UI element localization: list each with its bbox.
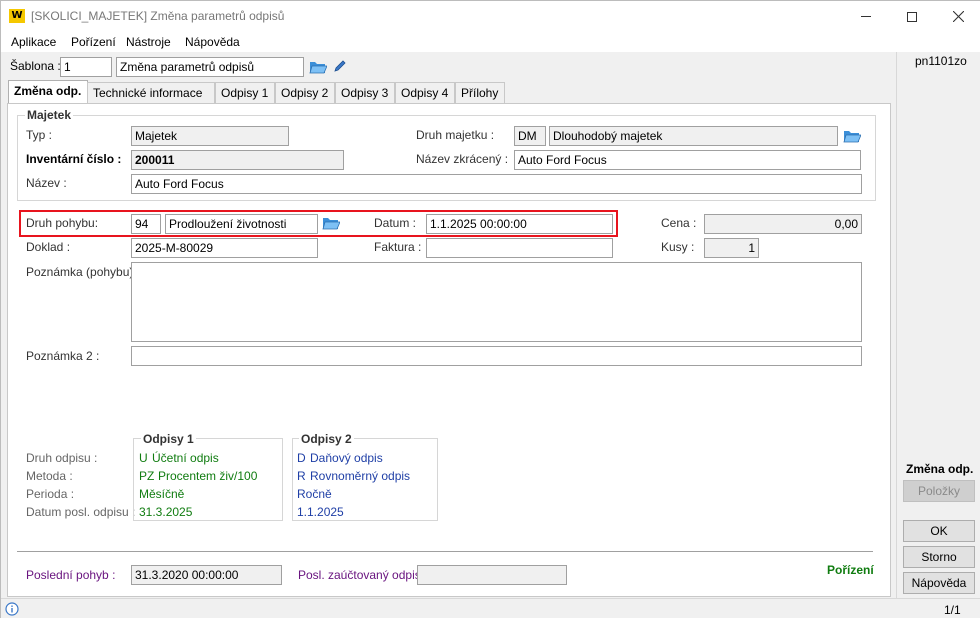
poznamka2-field[interactable] <box>131 346 862 366</box>
menu-bar: Aplikace Pořízení Nástroje Nápověda <box>1 32 980 52</box>
tab-odpisy-1[interactable]: Odpisy 1 <box>215 82 275 103</box>
maximize-button[interactable] <box>889 1 935 32</box>
odpisy2-druh: Daňový odpis <box>310 451 383 465</box>
footer-divider <box>17 551 873 552</box>
app-logo: W <box>9 9 25 23</box>
doklad-field[interactable]: 2025-M-80029 <box>131 238 318 258</box>
odpisy2-group-title: Odpisy 2 <box>299 432 354 446</box>
odpisy1-datum: 31.3.2025 <box>139 505 193 519</box>
posl-zauct-odpis-field[interactable] <box>417 565 567 585</box>
posledni-pohyb-field[interactable]: 31.3.2020 00:00:00 <box>131 565 282 585</box>
tab-technicke-informace[interactable]: Technické informace <box>87 82 215 103</box>
minimize-icon <box>861 16 871 17</box>
datum-field[interactable]: 1.1.2025 00:00:00 <box>426 214 613 234</box>
title-bar: W [SKOLICI_MAJETEK] Změna parametrů odpi… <box>1 1 980 32</box>
menu-porizeni[interactable]: Pořízení <box>71 35 116 49</box>
page-indicator: 1/1 <box>944 603 961 617</box>
sablona-label: Šablona : <box>10 59 61 73</box>
odpisy1-druh-code: U <box>139 451 148 465</box>
open-folder-icon[interactable] <box>843 128 861 144</box>
sablona-number-field[interactable]: 1 <box>60 57 112 77</box>
poznamka2-label: Poznámka 2 : <box>26 349 100 363</box>
posledni-pohyb-label: Poslední pohyb : <box>26 568 116 582</box>
tab-zmena-odp[interactable]: Změna odp. <box>8 80 88 104</box>
app-window: W [SKOLICI_MAJETEK] Změna parametrů odpi… <box>0 0 980 618</box>
typ-label: Typ : <box>26 128 53 142</box>
odpisy1-group-title: Odpisy 1 <box>141 432 196 446</box>
posl-zauct-odpis-label: Posl. zaúčtovaný odpis : <box>298 568 428 582</box>
odpisy2-metoda-code: R <box>297 469 306 483</box>
open-folder-icon[interactable] <box>309 59 327 75</box>
odpisy2-perioda: Ročně <box>297 487 332 501</box>
storno-button[interactable]: Storno <box>903 546 975 568</box>
nazev-zkraceny-field[interactable]: Auto Ford Focus <box>514 150 861 170</box>
tab-odpisy-3[interactable]: Odpisy 3 <box>335 82 395 103</box>
druh-pohybu-code-field[interactable]: 94 <box>131 214 161 234</box>
polozky-button[interactable]: Položky <box>903 480 975 502</box>
faktura-field[interactable] <box>426 238 613 258</box>
kusy-label: Kusy : <box>661 240 695 254</box>
odpisy2-druh-code: D <box>297 451 306 465</box>
druh-majetku-label: Druh majetku : <box>416 128 495 142</box>
close-button[interactable] <box>935 1 980 32</box>
druh-odpisu-label: Druh odpisu : <box>26 451 98 465</box>
cena-field[interactable]: 0,00 <box>704 214 862 234</box>
menu-napoveda[interactable]: Nápověda <box>185 35 240 49</box>
majetek-group-title: Majetek <box>25 108 74 122</box>
tab-odpisy-2[interactable]: Odpisy 2 <box>275 82 335 103</box>
info-icon[interactable] <box>5 602 19 616</box>
minimize-button[interactable] <box>843 1 889 32</box>
metoda-label: Metoda : <box>26 469 73 483</box>
odpisy1-druh: Účetní odpis <box>152 451 219 465</box>
right-panel <box>896 52 980 598</box>
status-porizeni: Pořízení <box>827 563 874 577</box>
ok-button[interactable]: OK <box>903 520 975 542</box>
menu-nastroje[interactable]: Nástroje <box>126 35 171 49</box>
nazev-label: Název : <box>26 176 67 190</box>
side-title: Změna odp. <box>906 462 974 476</box>
poznamka-textarea[interactable] <box>131 262 862 342</box>
datum-posl-odpisu-label: Datum posl. odpisu : <box>26 505 136 519</box>
perioda-label: Perioda : <box>26 487 75 501</box>
close-icon <box>952 11 964 22</box>
druh-pohybu-label: Druh pohybu: <box>26 216 99 230</box>
window-title: [SKOLICI_MAJETEK] Změna parametrů odpisů <box>31 9 285 23</box>
tab-odpisy-4[interactable]: Odpisy 4 <box>395 82 455 103</box>
inv-cislo-field[interactable]: 200011 <box>131 150 344 170</box>
inv-cislo-label: Inventární číslo : <box>26 152 122 166</box>
maximize-icon <box>907 11 917 22</box>
poznamka-label: Poznámka (pohybu) : <box>26 265 141 279</box>
cena-label: Cena : <box>661 216 697 230</box>
druh-pohybu-name-field[interactable]: Prodloužení životnosti <box>165 214 318 234</box>
kusy-field[interactable]: 1 <box>704 238 759 258</box>
odpisy2-metoda: Rovnoměrný odpis <box>310 469 411 483</box>
typ-field[interactable]: Majetek <box>131 126 289 146</box>
datum-label: Datum : <box>374 216 417 230</box>
nazev-field[interactable]: Auto Ford Focus <box>131 174 862 194</box>
druh-majetku-name-field[interactable]: Dlouhodobý majetek <box>549 126 838 146</box>
napoveda-button[interactable]: Nápověda <box>903 572 975 594</box>
open-folder-icon[interactable] <box>322 215 340 231</box>
odpisy2-datum: 1.1.2025 <box>297 505 344 519</box>
menu-aplikace[interactable]: Aplikace <box>11 35 56 49</box>
faktura-label: Faktura : <box>374 240 422 254</box>
doklad-label: Doklad : <box>26 240 71 254</box>
sablona-name-field[interactable]: Změna parametrů odpisů <box>116 57 304 77</box>
status-bar: 1/1 <box>1 598 980 618</box>
edit-pencil-icon[interactable] <box>333 59 347 73</box>
tab-prilohy[interactable]: Přílohy <box>455 82 505 103</box>
user-code: pn1101zo <box>915 54 967 68</box>
druh-majetku-code-field[interactable]: DM <box>514 126 546 146</box>
odpisy1-perioda: Měsíčně <box>139 487 185 501</box>
odpisy1-metoda-code: PZ <box>139 469 155 483</box>
nazev-zkraceny-label: Název zkrácený : <box>416 152 509 166</box>
odpisy1-metoda: Procentem živ/100 <box>158 469 258 483</box>
